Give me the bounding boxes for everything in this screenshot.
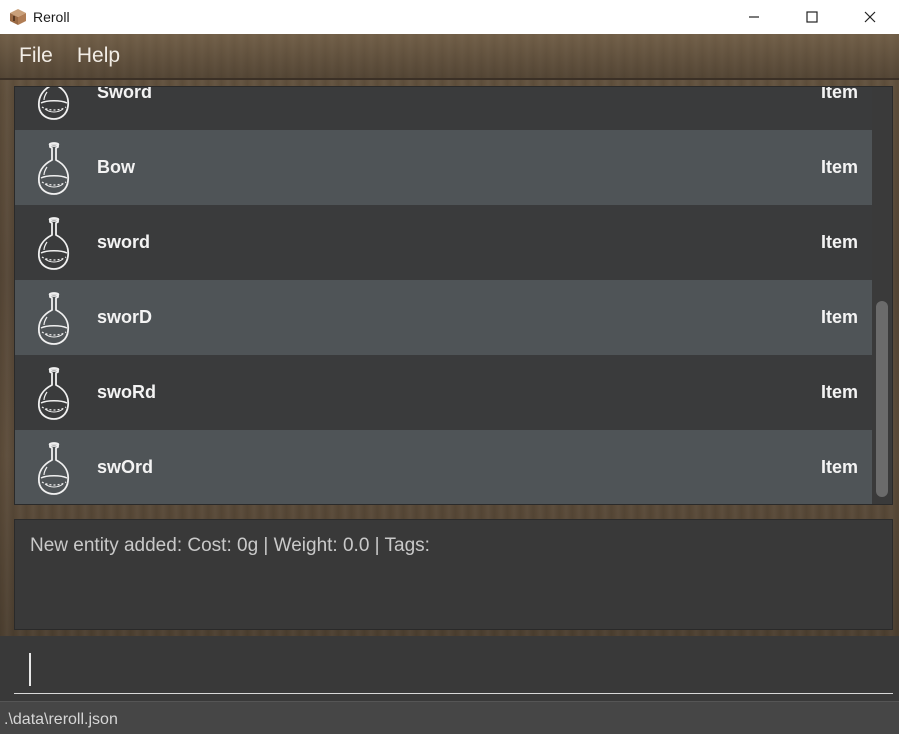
entity-type: Item: [820, 457, 858, 477]
potion-flask-icon: [35, 87, 73, 121]
potion-flask-icon: [35, 440, 73, 496]
entity-type: Item: [820, 307, 858, 327]
maximize-icon: [806, 11, 818, 23]
list-item[interactable]: Bow Item: [15, 130, 874, 205]
entity-type: Item: [820, 86, 858, 102]
close-icon: [864, 11, 876, 23]
entity-name: swoRd: [97, 382, 157, 402]
command-box: [0, 636, 899, 701]
text-caret: [29, 653, 31, 686]
entity-type: Item: [820, 232, 858, 252]
potion-flask-icon: [35, 215, 73, 271]
menu-help[interactable]: Help: [77, 44, 120, 68]
entity-name: Bow: [97, 157, 135, 177]
entity-list[interactable]: Sword Item Bow Item sword Item sworD Item swoRd I…: [14, 86, 893, 505]
maximize-button[interactable]: [783, 0, 841, 34]
entity-type: Item: [820, 157, 858, 177]
menu-bar: File Help: [0, 34, 899, 80]
list-item[interactable]: sword Item: [15, 205, 874, 280]
title-bar: Reroll: [0, 0, 899, 34]
command-input[interactable]: [14, 646, 893, 694]
window-title: Reroll: [33, 9, 70, 25]
list-scrollbar[interactable]: [872, 87, 892, 504]
potion-flask-icon: [35, 140, 73, 196]
minimize-button[interactable]: [725, 0, 783, 34]
result-message: New entity added: Cost: 0g | Weight: 0.0…: [30, 535, 430, 556]
status-bar: .\data\reroll.json: [0, 701, 899, 734]
status-file-path: .\data\reroll.json: [4, 711, 118, 728]
menu-file[interactable]: File: [19, 44, 53, 68]
result-display: New entity added: Cost: 0g | Weight: 0.0…: [14, 519, 893, 630]
potion-flask-icon: [35, 365, 73, 421]
entity-name: sworD: [97, 307, 153, 327]
window-controls: [725, 0, 899, 34]
entity-name: Sword: [97, 86, 153, 102]
package-box-icon: [9, 8, 27, 26]
entity-list-content: Sword Item Bow Item sword Item sworD Item swoRd I…: [15, 86, 874, 504]
entity-name: swOrd: [97, 457, 154, 477]
scrollbar-thumb[interactable]: [876, 301, 888, 497]
list-item[interactable]: Sword Item: [15, 86, 874, 130]
close-button[interactable]: [841, 0, 899, 34]
minimize-icon: [749, 16, 759, 18]
potion-flask-icon: [35, 290, 73, 346]
list-item[interactable]: swoRd Item: [15, 355, 874, 430]
entity-type: Item: [820, 382, 858, 402]
list-item[interactable]: swOrd Item: [15, 430, 874, 504]
entity-name: sword: [97, 232, 151, 252]
list-item[interactable]: sworD Item: [15, 280, 874, 355]
